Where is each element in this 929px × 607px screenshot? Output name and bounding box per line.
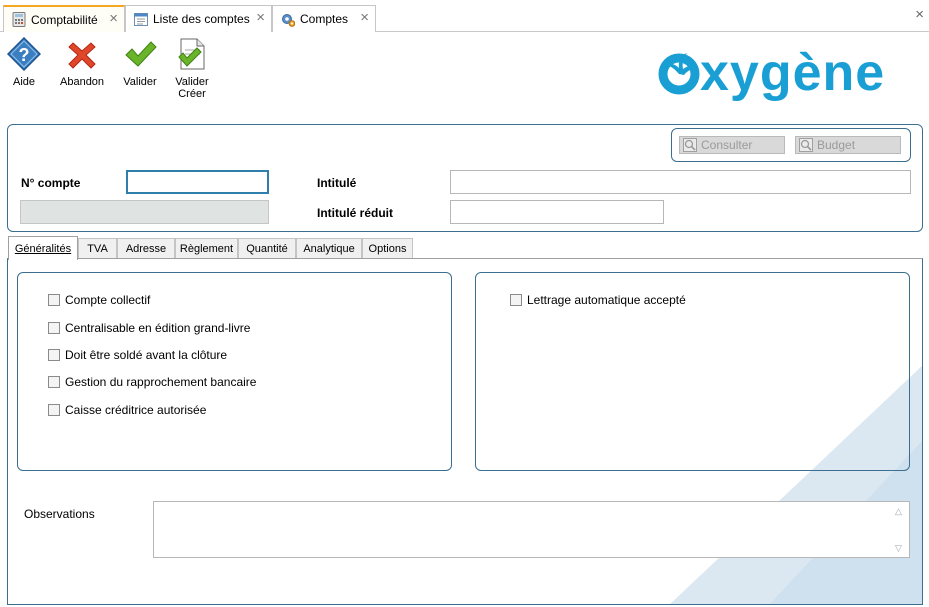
- account-number-input[interactable]: [126, 170, 269, 194]
- budget-button[interactable]: Budget: [795, 136, 901, 154]
- option-rapprochement-bancaire[interactable]: Gestion du rapprochement bancaire: [48, 375, 256, 389]
- close-icon[interactable]: ×: [256, 10, 265, 25]
- scroll-down-icon[interactable]: ▽: [895, 543, 902, 554]
- tab-comptabilite[interactable]: Comptabilité ×: [3, 5, 125, 32]
- short-title-input[interactable]: [450, 200, 664, 224]
- document-tab-bar: Comptabilité × Liste des comptes × Compt…: [0, 0, 929, 32]
- gear-icon: [282, 13, 295, 27]
- tab-analytique[interactable]: Analytique: [296, 238, 362, 259]
- cancel-label: Abandon: [60, 76, 105, 88]
- account-number-secondary-field: [20, 200, 269, 224]
- consult-button[interactable]: Consulter: [679, 136, 785, 154]
- checkbox[interactable]: [48, 349, 60, 361]
- checkbox-label: Lettrage automatique accepté: [527, 293, 686, 307]
- validate-create-label: Créer: [178, 88, 206, 100]
- svg-text:?: ?: [19, 45, 30, 65]
- validate-label: Valider: [123, 76, 157, 88]
- checkbox[interactable]: [510, 294, 522, 306]
- checkbox[interactable]: [48, 294, 60, 306]
- svg-text:xygène: xygène: [700, 44, 885, 102]
- validate-create-button[interactable]: Valider Créer: [173, 37, 211, 100]
- option-compte-collectif[interactable]: Compte collectif: [48, 293, 150, 307]
- option-lettrage-automatique[interactable]: Lettrage automatique accepté: [510, 293, 686, 307]
- tab-quantite[interactable]: Quantité: [238, 238, 296, 259]
- tab-tva[interactable]: TVA: [78, 238, 117, 259]
- tab-adresse[interactable]: Adresse: [117, 238, 175, 259]
- observations-textarea[interactable]: △ ▽: [153, 501, 910, 558]
- calculator-icon: [12, 12, 26, 27]
- check-icon: [125, 41, 157, 67]
- tab-label: Liste des comptes: [153, 12, 250, 26]
- tab-options[interactable]: Options: [362, 238, 413, 259]
- checkbox[interactable]: [48, 322, 60, 334]
- tab-reglement[interactable]: Règlement: [175, 238, 238, 259]
- tab-comptes[interactable]: Comptes ×: [272, 5, 376, 32]
- title-label: Intitulé: [317, 176, 357, 190]
- magnifier-icon: [683, 138, 697, 152]
- checkbox-label: Caisse créditrice autorisée: [65, 403, 207, 417]
- option-solde-cloture[interactable]: Doit être soldé avant la clôture: [48, 348, 227, 362]
- budget-label: Budget: [817, 138, 856, 152]
- option-caisse-creditrice[interactable]: Caisse créditrice autorisée: [48, 403, 206, 417]
- help-button[interactable]: ? Aide: [7, 37, 41, 88]
- scroll-up-icon[interactable]: △: [895, 506, 902, 517]
- title-input[interactable]: [450, 170, 911, 194]
- tab-generalites[interactable]: Généralités: [8, 236, 78, 260]
- option-centralisable[interactable]: Centralisable en édition grand-livre: [48, 321, 250, 335]
- close-window-icon[interactable]: ×: [915, 7, 924, 22]
- checkbox[interactable]: [48, 376, 60, 388]
- cancel-button[interactable]: Abandon: [60, 37, 104, 88]
- validate-create-label: Valider: [175, 76, 209, 88]
- account-number-label: N° compte: [21, 176, 81, 190]
- document-check-icon: [178, 38, 205, 70]
- close-icon[interactable]: ×: [360, 10, 369, 25]
- checkbox[interactable]: [48, 404, 60, 416]
- checkbox-label: Compte collectif: [65, 293, 151, 307]
- tab-label: Comptes: [300, 12, 349, 26]
- list-window-icon: [134, 12, 148, 26]
- checkbox-label: Gestion du rapprochement bancaire: [65, 375, 257, 389]
- help-label: Aide: [12, 76, 36, 88]
- tab-liste-des-comptes[interactable]: Liste des comptes ×: [125, 5, 272, 32]
- tab-label: Comptabilité: [31, 12, 98, 27]
- consult-label: Consulter: [701, 138, 753, 152]
- cancel-x-icon: [68, 42, 96, 69]
- short-title-label: Intitulé réduit: [317, 206, 393, 220]
- help-icon: ?: [7, 37, 41, 71]
- validate-button[interactable]: Valider: [122, 37, 158, 88]
- observations-scrollbar[interactable]: △ ▽: [892, 502, 909, 557]
- checkbox-label: Doit être soldé avant la clôture: [65, 348, 228, 362]
- close-icon[interactable]: ×: [109, 11, 118, 26]
- observations-label: Observations: [24, 507, 95, 521]
- magnifier-icon: [799, 138, 813, 152]
- oxygene-logo: xygène: [658, 44, 885, 102]
- checkbox-label: Centralisable en édition grand-livre: [65, 321, 251, 335]
